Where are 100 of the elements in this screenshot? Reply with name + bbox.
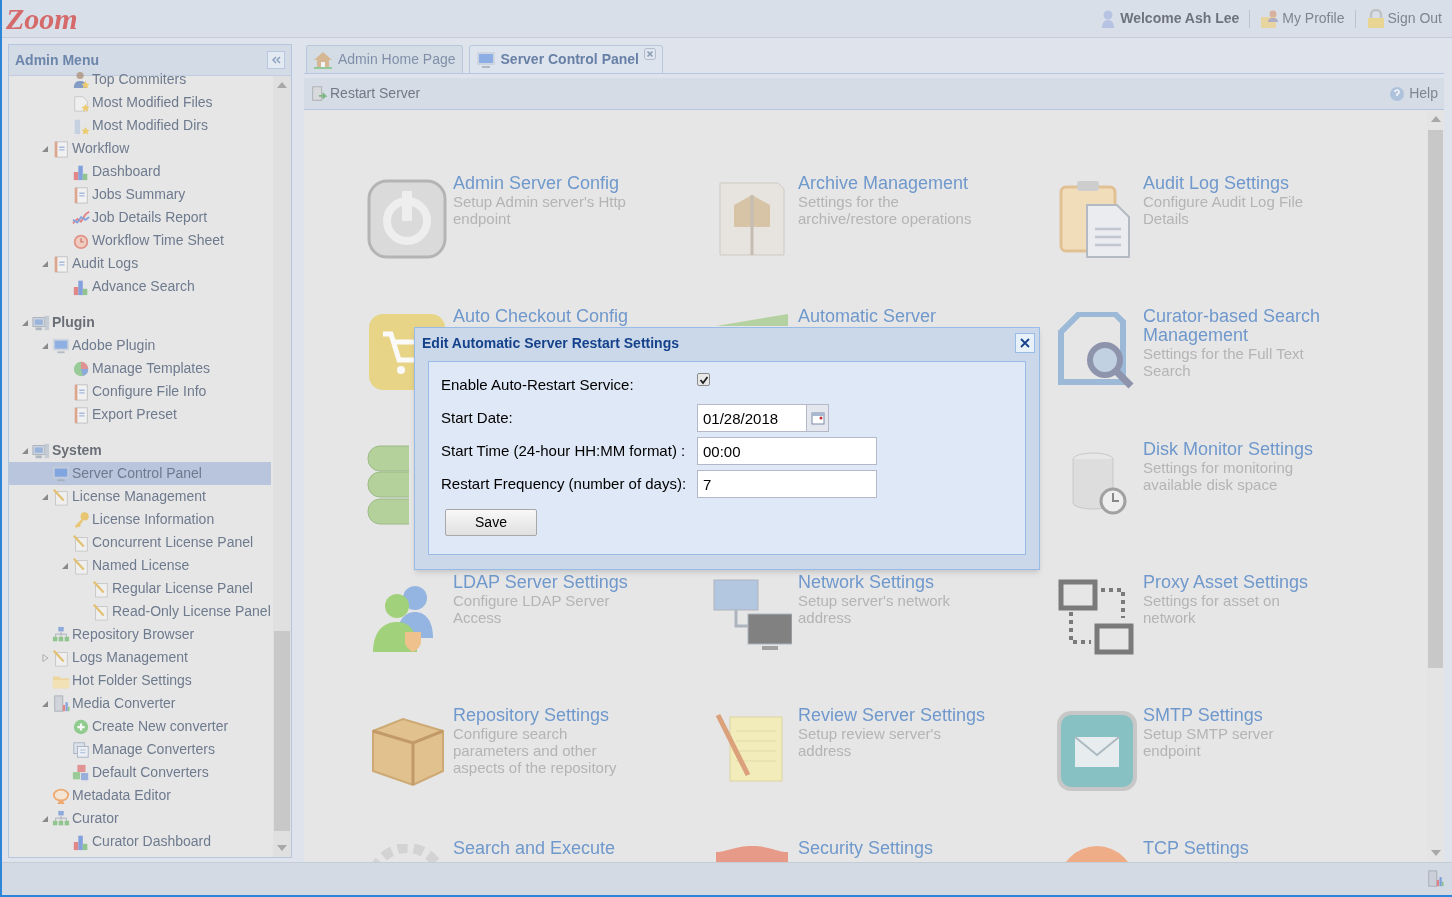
- card-title[interactable]: Search and Execute: [453, 839, 703, 858]
- lock-icon: [1365, 8, 1386, 29]
- expanded-icon[interactable]: [41, 259, 49, 268]
- tree-item[interactable]: Logs Management: [9, 646, 271, 669]
- tree-item[interactable]: System: [9, 439, 271, 462]
- expanded-icon[interactable]: [21, 318, 29, 327]
- scroll-up-icon[interactable]: [277, 82, 287, 88]
- tree-item[interactable]: Configure File Info: [9, 380, 271, 403]
- tree-item[interactable]: Repository Browser: [9, 623, 271, 646]
- pencil-note-icon: [52, 648, 70, 667]
- card-title[interactable]: Review Server Settings: [798, 706, 1048, 725]
- tree-item[interactable]: Media Converter: [9, 692, 271, 715]
- tree-item[interactable]: License Management: [9, 485, 271, 508]
- tree-item[interactable]: Audit Logs: [9, 252, 271, 275]
- tree-item[interactable]: Export Preset: [9, 403, 271, 426]
- tree-item[interactable]: Jobs Summary: [9, 183, 271, 206]
- card-title[interactable]: TCP Settings: [1143, 839, 1393, 858]
- card-title[interactable]: SMTP Settings: [1143, 706, 1393, 725]
- tree-item[interactable]: Server Control Panel: [9, 462, 271, 485]
- tree-item[interactable]: Read-Only License Panel: [9, 600, 271, 623]
- pie-chart-icon: [72, 359, 90, 378]
- tree-item[interactable]: Manage Converters: [9, 738, 271, 761]
- card-title[interactable]: Auto Checkout Config: [453, 307, 703, 326]
- tree-item[interactable]: Manage Templates: [9, 357, 271, 380]
- restart-server-button[interactable]: Restart Server: [310, 83, 421, 104]
- card-title[interactable]: Proxy Asset Settings: [1143, 573, 1393, 592]
- tree-item-label: Manage Converters: [92, 740, 215, 759]
- expanded-icon[interactable]: [41, 814, 49, 823]
- expanded-icon[interactable]: [41, 492, 49, 501]
- calendar-icon: [810, 411, 825, 425]
- tree-item[interactable]: Most Modified Dirs: [9, 114, 271, 137]
- calendar-button[interactable]: [807, 404, 829, 432]
- card-title[interactable]: Admin Server Config: [453, 174, 703, 193]
- tree-item[interactable]: Curator Dashboard: [9, 830, 271, 853]
- tree-item[interactable]: Default Converters: [9, 761, 271, 784]
- card-title[interactable]: Repository Settings: [453, 706, 703, 725]
- tree-item[interactable]: Most Modified Files: [9, 91, 271, 114]
- text-field[interactable]: 00:00: [697, 437, 877, 465]
- card-title[interactable]: Disk Monitor Settings: [1143, 440, 1393, 459]
- tree-item[interactable]: Hot Folder Settings: [9, 669, 271, 692]
- tree-item-label: Most Modified Dirs: [92, 116, 208, 135]
- pencil-note-icon: [52, 487, 70, 506]
- tree-item[interactable]: Job Details Report: [9, 206, 271, 229]
- tree-item[interactable]: Create New converter: [9, 715, 271, 738]
- tree-item[interactable]: License Information: [9, 508, 271, 531]
- expanded-icon[interactable]: [41, 699, 49, 708]
- tree-item[interactable]: Workflow: [9, 137, 271, 160]
- tree-item[interactable]: Named License: [9, 554, 271, 577]
- field-label: Restart Frequency (number of days):: [441, 473, 688, 494]
- expanded-icon[interactable]: [61, 561, 69, 570]
- help-icon: [1389, 85, 1406, 102]
- tree-item[interactable]: Adobe Plugin: [9, 334, 271, 357]
- header-link[interactable]: My Profile: [1260, 8, 1345, 29]
- date-field[interactable]: 01/28/2018: [697, 404, 807, 432]
- tab[interactable]: Server Control Panel: [468, 45, 663, 73]
- card-title[interactable]: Network Settings: [798, 573, 1048, 592]
- expanded-icon[interactable]: [41, 341, 49, 350]
- collapsed-icon[interactable]: [41, 652, 49, 663]
- expanded-icon[interactable]: [41, 144, 49, 153]
- close-button[interactable]: [1015, 333, 1035, 353]
- close-icon: [1020, 338, 1030, 348]
- checkbox[interactable]: [697, 373, 710, 386]
- scroll-down-icon[interactable]: [277, 845, 287, 851]
- tree-item-label: Workflow Time Sheet: [92, 231, 224, 250]
- tree-item[interactable]: Plugin: [9, 311, 271, 334]
- card-title[interactable]: Security Settings: [798, 839, 1048, 858]
- expanded-icon[interactable]: [21, 446, 29, 455]
- tree-item[interactable]: Metadata Editor: [9, 784, 271, 807]
- scroll-up-icon[interactable]: [1430, 116, 1441, 122]
- help-button[interactable]: Help: [1389, 83, 1438, 104]
- monitor-icon: [475, 49, 496, 70]
- cubes-icon: [72, 763, 90, 782]
- scroll-down-icon[interactable]: [1430, 850, 1441, 856]
- save-button[interactable]: Save: [445, 509, 537, 536]
- tree-item[interactable]: Top Commiters: [9, 68, 271, 91]
- card-title[interactable]: Automatic Server: [798, 307, 1048, 326]
- server-chart-icon: [52, 694, 70, 713]
- header-link[interactable]: Sign Out: [1365, 8, 1442, 29]
- tree-item[interactable]: Curator: [9, 807, 271, 830]
- tree-item[interactable]: Regular License Panel: [9, 577, 271, 600]
- card-title[interactable]: Curator-based Search Management: [1143, 307, 1393, 345]
- card-title[interactable]: Audit Log Settings: [1143, 174, 1393, 193]
- scrollbar[interactable]: [273, 76, 291, 857]
- scrollbar-thumb[interactable]: [1428, 130, 1443, 668]
- logo[interactable]: Zoom: [6, 3, 78, 34]
- tree-item[interactable]: Dashboard: [9, 160, 271, 183]
- tree-item-label: System: [52, 441, 102, 460]
- collapse-button[interactable]: [267, 51, 285, 69]
- tree-item-label: Curator: [72, 809, 119, 828]
- close-icon[interactable]: [644, 48, 656, 60]
- scrollbar-thumb[interactable]: [274, 631, 290, 831]
- tree-item[interactable]: Advance Search: [9, 275, 271, 298]
- tree-item[interactable]: Workflow Time Sheet: [9, 229, 271, 252]
- text-field[interactable]: 7: [697, 470, 877, 498]
- tree-item-label: Named License: [92, 556, 190, 575]
- card-title[interactable]: LDAP Server Settings: [453, 573, 703, 592]
- tree-item[interactable]: Concurrent License Panel: [9, 531, 271, 554]
- double-chevron-icon: [271, 55, 281, 65]
- card-title[interactable]: Archive Management: [798, 174, 1048, 193]
- tab[interactable]: Admin Home Page: [306, 45, 463, 73]
